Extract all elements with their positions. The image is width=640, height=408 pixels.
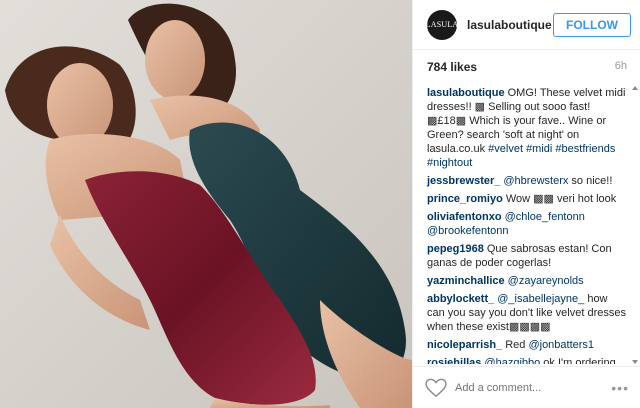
scroll-down-icon[interactable]	[632, 360, 638, 364]
scroll-up-icon[interactable]	[632, 86, 638, 90]
comment-username[interactable]: lasulaboutique	[427, 87, 505, 99]
post-details-panel: LASULA lasulaboutique FOLLOW 784 likes 6…	[412, 0, 640, 408]
photo-illustration	[0, 0, 412, 408]
post-meta: 784 likes 6h	[413, 60, 640, 74]
comment-tags[interactable]: @hbrewsterx	[503, 175, 568, 187]
comment-footer: •••	[413, 366, 640, 408]
comment-tags[interactable]: @zayareynolds	[508, 275, 584, 287]
comment-username[interactable]: pepeg1968	[427, 243, 484, 255]
comment-item: oliviafentonxo @chloe_fentonn @brookefent…	[427, 210, 627, 238]
comment-item: nicoleparrish_ Red @jonbatters1	[427, 338, 627, 352]
avatar-text: LASULA	[425, 20, 459, 29]
post-photo[interactable]	[0, 0, 412, 408]
comment-tags[interactable]: @jonbatters1	[528, 339, 594, 351]
post-username[interactable]: lasulaboutique	[467, 18, 553, 32]
comment-item: yazminchallice @zayareynolds	[427, 274, 627, 288]
comment-username[interactable]: rosiehillas	[427, 357, 481, 364]
likes-count[interactable]: 784 likes	[427, 60, 477, 74]
avatar[interactable]: LASULA	[425, 9, 459, 40]
heart-icon[interactable]	[425, 378, 447, 398]
post-time[interactable]: 6h	[615, 60, 627, 74]
comment-tags[interactable]: @hazgibbo	[484, 357, 540, 364]
comment-username[interactable]: prince_romiyo	[427, 193, 503, 205]
comment-tags[interactable]: @_isabellejayne_	[497, 293, 584, 305]
comment-text: Red	[505, 339, 529, 351]
comment-username[interactable]: jessbrewster_	[427, 175, 500, 187]
scrollbar[interactable]	[632, 86, 638, 364]
comment-item: lasulaboutique OMG! These velvet midi dre…	[427, 86, 627, 170]
comment-username[interactable]: nicoleparrish_	[427, 339, 502, 351]
comment-text: Wow ▩▩ veri hot look	[505, 193, 617, 205]
comments-list: lasulaboutique OMG! These velvet midi dre…	[413, 86, 640, 364]
comment-item: abbylockett_ @_isabellejayne_ how can you…	[427, 292, 627, 334]
comment-username[interactable]: abbylockett_	[427, 293, 494, 305]
follow-button[interactable]: FOLLOW	[553, 12, 631, 37]
comment-text-after: so nice!!	[568, 175, 613, 187]
comment-item: prince_romiyo Wow ▩▩ veri hot look	[427, 192, 627, 206]
post-header: LASULA lasulaboutique FOLLOW	[413, 0, 640, 50]
comment-item: jessbrewster_ @hbrewsterx so nice!!	[427, 174, 627, 188]
comment-username[interactable]: oliviafentonxo	[427, 211, 502, 223]
comment-username[interactable]: yazminchallice	[427, 275, 505, 287]
add-comment-input[interactable]	[455, 381, 612, 394]
comment-item: pepeg1968 Que sabrosas estan! Con ganas d…	[427, 242, 627, 270]
comment-item: rosiehillas@hazgibbo ok I'm ordering thi…	[427, 356, 627, 364]
more-options-icon[interactable]: •••	[611, 380, 629, 396]
